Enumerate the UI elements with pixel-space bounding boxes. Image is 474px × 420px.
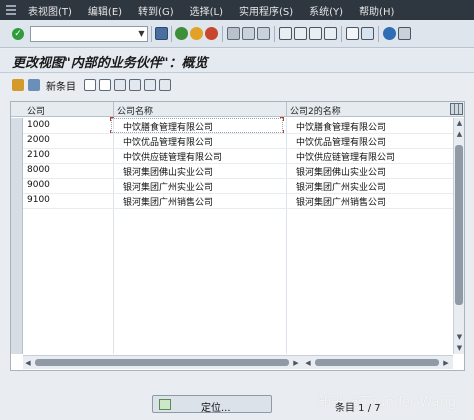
table-row[interactable]: 9100 银河集团广州销售公司 银河集团广州销售公司 — [23, 193, 453, 208]
undo-change-icon[interactable] — [114, 79, 126, 91]
system-menu-icon[interactable] — [0, 0, 22, 20]
copy-as-icon[interactable] — [84, 79, 96, 91]
next-page-icon[interactable] — [309, 27, 322, 40]
company-name-2-cell[interactable]: 银河集团广州实业公司 — [296, 180, 386, 193]
company-name-cell[interactable]: 银河集团佛山实业公司 — [123, 165, 213, 178]
company-code-cell: 9100 — [27, 195, 50, 205]
find-icon[interactable] — [242, 27, 255, 40]
scroll-right-icon[interactable]: ▶ — [441, 358, 451, 368]
customize-layout-icon[interactable] — [398, 27, 411, 40]
scroll-up-icon[interactable]: ▲ — [455, 118, 464, 128]
new-entries-button[interactable]: 新条目 — [46, 78, 76, 93]
first-page-icon[interactable] — [279, 27, 292, 40]
menu-bar: 表视图(T) 编辑(E) 转到(G) 选择(L) 实用程序(S) 系统(Y) 帮… — [0, 0, 474, 20]
company-name-cell[interactable]: 中饮供应链管理有限公司 — [123, 150, 222, 163]
horizontal-scroll-thumb[interactable] — [35, 359, 289, 366]
toolbar-divider — [171, 26, 172, 42]
select-block-icon[interactable] — [144, 79, 156, 91]
toolbar-divider — [222, 26, 223, 42]
company-code-cell: 8000 — [27, 165, 50, 175]
page-up-icon[interactable]: ▲ — [455, 129, 464, 139]
select-all-icon[interactable] — [129, 79, 141, 91]
standard-toolbar: ✓ ▼ — [0, 20, 474, 48]
company-name-2-cell[interactable]: 银河集团广州销售公司 — [296, 195, 386, 208]
command-field[interactable] — [30, 26, 148, 42]
toolbar-divider — [274, 26, 275, 42]
position-button[interactable]: 定位... — [152, 395, 272, 414]
table-row[interactable]: 2000 中饮优品管理有限公司 中饮优品管理有限公司 — [23, 133, 453, 148]
chevron-down-icon[interactable]: ▼ — [136, 27, 147, 41]
title-bar: 更改视图"内部的业务伙伴"：概览 — [0, 49, 474, 73]
toolbar-divider — [151, 26, 152, 42]
help-icon[interactable] — [383, 27, 396, 40]
company-code-cell: 2000 — [27, 135, 50, 145]
company-name-2-cell[interactable]: 中饮膳食管理有限公司 — [296, 120, 386, 133]
row-divider — [23, 208, 453, 209]
company-name-2-cell[interactable]: 银河集团佛山实业公司 — [296, 165, 386, 178]
horizontal-scrollbar[interactable]: ◀ ▶ ◀ ▶ — [23, 355, 453, 369]
table-control: 公司 公司名称 公司2的名称 1000 中饮膳食管理有限公司 中饮膳食管理有限公… — [10, 101, 465, 371]
vertical-scroll-thumb[interactable] — [455, 145, 463, 305]
scroll-left-icon[interactable]: ◀ — [303, 358, 313, 368]
create-session-icon[interactable] — [346, 27, 359, 40]
table-settings-icon[interactable] — [450, 103, 463, 115]
company-code-cell: 1000 — [27, 120, 50, 130]
company-name-2-cell[interactable]: 中饮优品管理有限公司 — [296, 135, 386, 148]
company-code-cell: 2100 — [27, 150, 50, 160]
enter-icon[interactable]: ✓ — [12, 28, 24, 40]
toolbar-divider — [378, 26, 379, 42]
menu-edit[interactable]: 编辑(E) — [82, 3, 132, 18]
table-row[interactable]: 8000 银河集团佛山实业公司 银河集团佛山实业公司 — [23, 163, 453, 178]
save-icon[interactable] — [155, 27, 168, 40]
previous-page-icon[interactable] — [294, 27, 307, 40]
page-title: 更改视图"内部的业务伙伴"：概览 — [12, 56, 208, 71]
page-down-icon[interactable]: ▼ — [455, 332, 464, 342]
row-selector-column[interactable] — [11, 118, 23, 354]
shortcut-icon[interactable] — [361, 27, 374, 40]
company-name-cell[interactable]: 银河集团广州销售公司 — [123, 195, 213, 208]
menu-system[interactable]: 系统(Y) — [303, 3, 353, 18]
deselect-all-icon[interactable] — [159, 79, 171, 91]
scroll-right-icon[interactable]: ▶ — [291, 358, 301, 368]
print-icon[interactable] — [227, 27, 240, 40]
column-header-company-name-2[interactable]: 公司2的名称 — [290, 104, 341, 117]
menu-utilities[interactable]: 实用程序(S) — [233, 3, 303, 18]
column-header-company[interactable]: 公司 — [27, 104, 45, 117]
table-row[interactable]: 2100 中饮供应链管理有限公司 中饮供应链管理有限公司 — [23, 148, 453, 163]
vertical-scrollbar[interactable]: ▲ ▲ ▼ ▼ — [453, 118, 464, 354]
scroll-down-icon[interactable]: ▼ — [455, 343, 464, 353]
horizontal-scroll-thumb[interactable] — [315, 359, 439, 366]
menu-table-view[interactable]: 表视图(T) — [22, 3, 82, 18]
position-icon — [159, 399, 171, 410]
menu-selection[interactable]: 选择(L) — [184, 3, 233, 18]
company-code-cell: 9000 — [27, 180, 50, 190]
other-view-icon[interactable] — [28, 79, 40, 91]
company-name-cell[interactable]: 中饮膳食管理有限公司 — [123, 120, 213, 133]
scroll-left-icon[interactable]: ◀ — [23, 358, 33, 368]
toolbar-divider — [341, 26, 342, 42]
cancel-icon[interactable] — [205, 27, 218, 40]
column-divider — [286, 102, 287, 117]
delete-icon[interactable] — [99, 79, 111, 91]
table-header: 公司 公司名称 公司2的名称 — [11, 102, 464, 117]
back-icon[interactable] — [175, 27, 188, 40]
application-toolbar: 新条目 — [0, 74, 474, 96]
company-name-2-cell[interactable]: 中饮供应链管理有限公司 — [296, 150, 395, 163]
table-row[interactable]: 9000 银河集团广州实业公司 银河集团广州实业公司 — [23, 178, 453, 193]
display-change-icon[interactable] — [12, 79, 24, 91]
company-name-cell[interactable]: 银河集团广州实业公司 — [123, 180, 213, 193]
menu-goto[interactable]: 转到(G) — [132, 3, 184, 18]
menu-help[interactable]: 帮助(H) — [353, 3, 404, 18]
find-next-icon[interactable] — [257, 27, 270, 40]
exit-icon[interactable] — [190, 27, 203, 40]
column-divider — [113, 102, 114, 117]
column-header-company-name[interactable]: 公司名称 — [117, 104, 153, 117]
table-row[interactable]: 1000 中饮膳食管理有限公司 中饮膳食管理有限公司 — [23, 118, 453, 133]
position-button-label: 定位... — [201, 403, 231, 414]
entry-count: 条目 1 / 7 — [335, 403, 381, 414]
last-page-icon[interactable] — [324, 27, 337, 40]
company-name-cell[interactable]: 中饮优品管理有限公司 — [123, 135, 213, 148]
